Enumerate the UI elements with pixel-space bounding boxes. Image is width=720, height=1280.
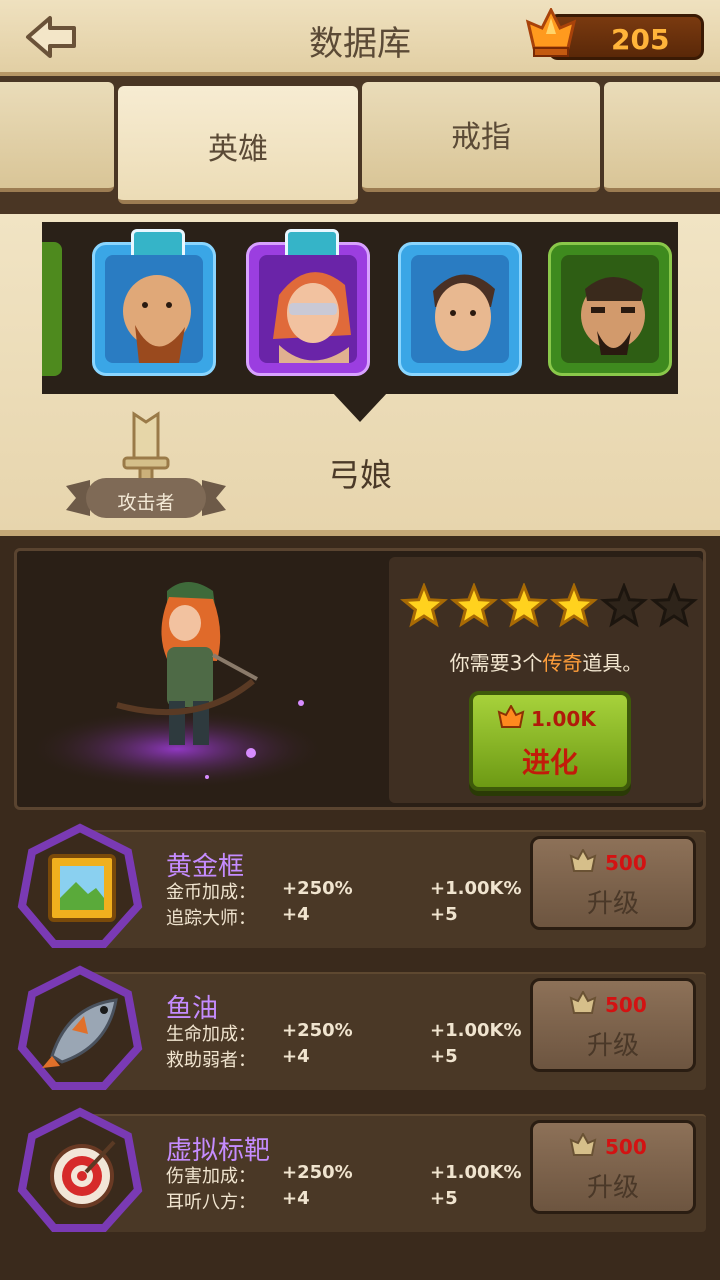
star-filled-icon [550, 583, 598, 628]
stat2-next: +5 [430, 904, 458, 925]
star-filled-icon [500, 583, 548, 628]
item-row: 虚拟标靶 伤害加成： +250% +1.00K% 耳听八方： +4 +5 500… [14, 1106, 706, 1232]
requirement-pre: 你需要3个 [449, 651, 543, 675]
stat2-value: +4 [282, 1188, 310, 1209]
stat2-next: +5 [430, 1046, 458, 1067]
star-filled-icon [400, 583, 448, 628]
stat1-value: +250% [282, 878, 353, 899]
hero-portrait-scrawny[interactable] [398, 242, 522, 376]
gem-icon [497, 705, 525, 728]
evolve-panel: 你需要3个传奇道具。 1.00K 进化 [389, 557, 703, 803]
hero-stage [17, 551, 377, 807]
upgrade-button[interactable]: 500 升级 [530, 836, 696, 930]
archer-face-icon [273, 272, 351, 363]
stat1-label: 伤害加成： [166, 1166, 256, 1187]
stat2-label: 耳听八方： [166, 1192, 256, 1213]
upgrade-label: 升级 [586, 1173, 639, 1203]
upgrade-cost: 500 [605, 1135, 647, 1159]
tab-rings[interactable]: 戒指 [362, 82, 600, 192]
portrait-partial [42, 242, 62, 376]
upgrade-button[interactable]: 500 升级 [530, 1120, 696, 1214]
star-rating [400, 583, 698, 628]
fish-icon [42, 998, 118, 1068]
stat2-value: +4 [282, 904, 310, 925]
tab-heroes-label: 英雄 [208, 132, 268, 167]
stat1-next: +1.00K% [430, 1162, 522, 1183]
stat1-next: +1.00K% [430, 878, 522, 899]
star-empty-icon [650, 583, 698, 628]
evolve-cost: 1.00K [531, 707, 596, 731]
tab-rings-label: 戒指 [451, 120, 511, 155]
stat2-next: +5 [430, 1188, 458, 1209]
requirement-highlight: 传奇 [542, 651, 583, 675]
hero-portrait-strip[interactable] [42, 222, 678, 394]
tab-left-partial[interactable] [0, 82, 114, 192]
upgrade-cost: 500 [605, 851, 647, 875]
tab-right-partial[interactable] [604, 82, 720, 192]
star-filled-icon [450, 583, 498, 628]
gem-icon [569, 1133, 597, 1156]
tab-heroes[interactable]: 英雄 [118, 86, 358, 204]
barbarian-face-icon [581, 277, 645, 355]
hero-select-panel: 攻击者 弓娘 [0, 214, 720, 536]
upgrade-label: 升级 [586, 889, 639, 919]
selected-hero-name: 弓娘 [327, 456, 392, 494]
stat2-label: 追踪大师： [166, 908, 256, 929]
star-empty-icon [600, 583, 648, 628]
picture-frame-icon [48, 854, 116, 922]
archer-character-icon [27, 582, 327, 789]
evolve-label: 进化 [521, 746, 578, 779]
tab-bar: 英雄 戒指 [0, 76, 720, 214]
stat1-label: 金币加成： [166, 882, 256, 903]
gem-counter[interactable]: 205 [524, 8, 704, 62]
stat1-label: 生命加成： [166, 1024, 256, 1045]
evolve-requirement: 你需要3个传奇道具。 [389, 647, 703, 676]
stat1-value: +250% [282, 1020, 353, 1041]
gem-icon [525, 8, 577, 57]
hero-portrait-barbarian[interactable] [548, 242, 672, 376]
requirement-post: 道具。 [582, 651, 643, 675]
item-row: 鱼油 生命加成： +250% +1.00K% 救助弱者： +4 +5 500 升… [14, 964, 706, 1090]
selection-pointer [332, 392, 388, 422]
gem-count: 205 [611, 23, 670, 56]
item-row: 黄金框 金币加成： +250% +1.00K% 追踪大师： +4 +5 500 … [14, 822, 706, 948]
upgrade-label: 升级 [586, 1031, 639, 1061]
stat2-label: 救助弱者： [166, 1050, 256, 1071]
evolve-button[interactable]: 1.00K 进化 [469, 691, 631, 791]
stat1-value: +250% [282, 1162, 353, 1183]
brute-face-icon [123, 275, 191, 363]
stat2-value: +4 [282, 1046, 310, 1067]
target-icon [50, 1140, 116, 1208]
gem-icon [569, 849, 597, 872]
top-bar: 数据库 205 [0, 0, 720, 76]
stat1-next: +1.00K% [430, 1020, 522, 1041]
gem-icon [569, 991, 597, 1014]
upgrade-cost: 500 [605, 993, 647, 1017]
hero-portrait-archer[interactable] [246, 229, 370, 376]
upgrade-button[interactable]: 500 升级 [530, 978, 696, 1072]
scrawny-face-icon [433, 274, 495, 351]
hero-portrait-brute[interactable] [92, 229, 216, 376]
hero-showcase: 你需要3个传奇道具。 1.00K 进化 [14, 548, 706, 810]
